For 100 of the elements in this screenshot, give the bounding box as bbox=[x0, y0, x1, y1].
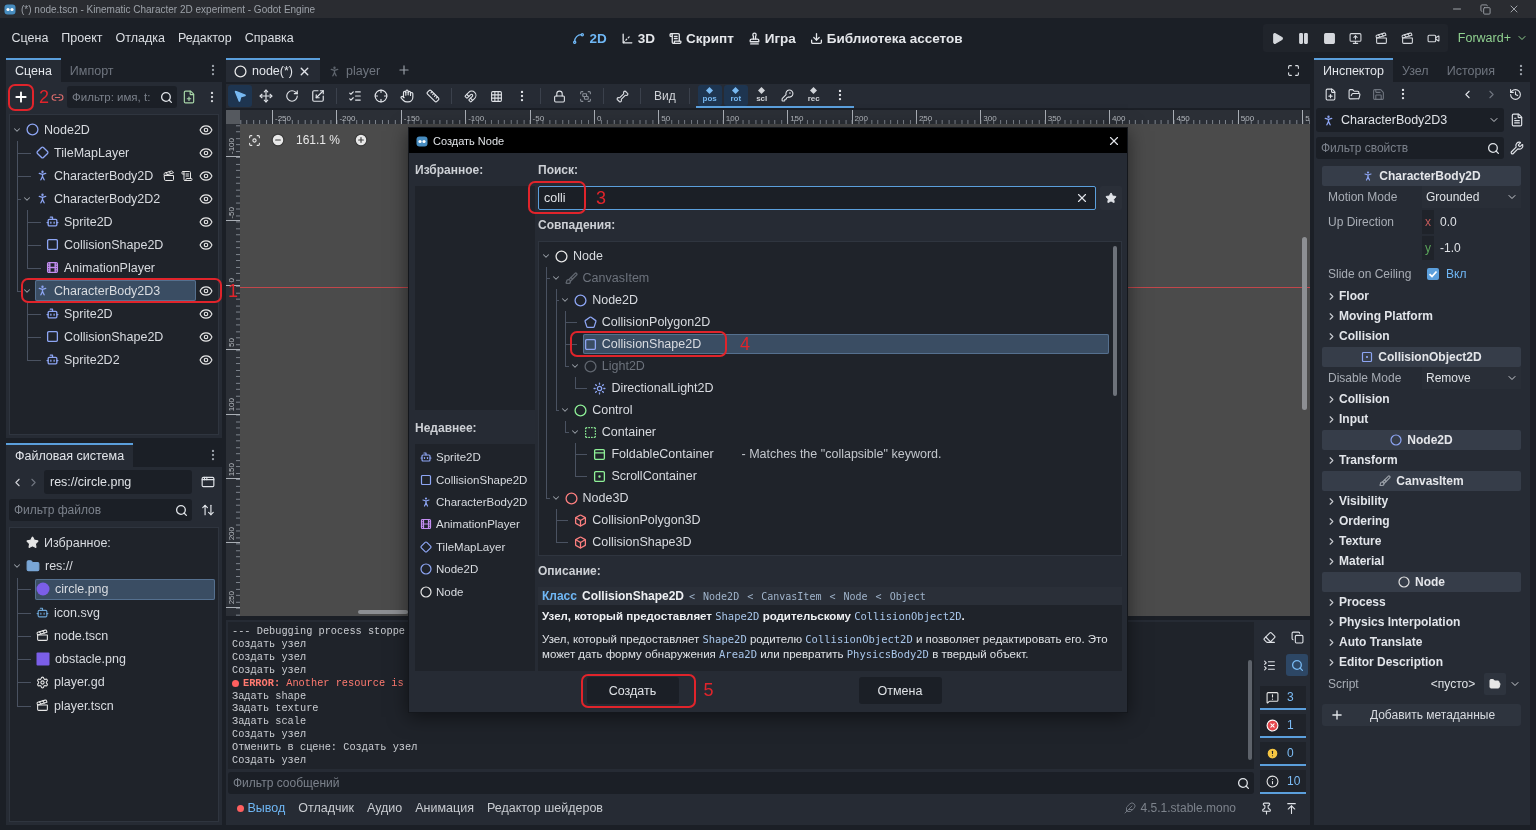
search-toggle[interactable] bbox=[1286, 654, 1308, 676]
script-icon[interactable] bbox=[181, 169, 193, 182]
renderer-dropdown[interactable]: Forward+ bbox=[1455, 29, 1530, 47]
dock-tab[interactable]: Импорт bbox=[60, 58, 123, 82]
scroll-thumb[interactable] bbox=[1302, 237, 1307, 410]
tree-item[interactable]: CharacterBody2D3 bbox=[35, 280, 196, 301]
workspace-tab[interactable]: 3D bbox=[613, 27, 662, 49]
menu-item[interactable]: Отладка bbox=[109, 28, 172, 48]
document-icon[interactable] bbox=[1510, 113, 1524, 127]
path-field[interactable]: res://circle.png bbox=[44, 470, 192, 494]
scroll-thumb[interactable] bbox=[1248, 660, 1252, 760]
create-button[interactable]: Создать bbox=[586, 677, 679, 704]
eye-icon[interactable] bbox=[199, 329, 213, 344]
expand-icon[interactable] bbox=[1285, 801, 1298, 815]
recent-item[interactable]: TileMapLayer bbox=[415, 535, 508, 558]
tree-item[interactable]: CharacterBody2D2 bbox=[35, 188, 164, 209]
favorite-button[interactable] bbox=[1100, 186, 1122, 210]
section-toggle[interactable]: Transform bbox=[1322, 450, 1398, 470]
sort-icon[interactable] bbox=[201, 503, 215, 517]
scroll-thumb[interactable] bbox=[358, 610, 408, 614]
section-toggle[interactable]: Collision bbox=[1322, 326, 1390, 346]
dock-tab[interactable]: Файловая система bbox=[6, 443, 134, 467]
tree-item[interactable]: Sprite2D2 bbox=[45, 349, 123, 370]
file-plus-icon[interactable] bbox=[182, 90, 196, 104]
pin-icon[interactable] bbox=[1260, 801, 1273, 815]
section-toggle[interactable]: Visibility bbox=[1322, 491, 1389, 511]
workspace-tab[interactable]: Игра bbox=[740, 27, 803, 49]
dock-tab[interactable]: Инспектор bbox=[1314, 58, 1393, 82]
folder-icon[interactable] bbox=[1348, 87, 1361, 101]
number-field[interactable]: x 0.0 bbox=[1422, 210, 1521, 234]
section-toggle[interactable]: Moving Platform bbox=[1322, 306, 1433, 326]
section-toggle[interactable]: Collision bbox=[1322, 389, 1390, 409]
file-plus-icon[interactable] bbox=[1324, 87, 1337, 101]
plus-icon[interactable] bbox=[397, 63, 412, 77]
section-toggle[interactable]: Auto Translate bbox=[1322, 632, 1423, 652]
recent-item[interactable]: Node2D bbox=[415, 557, 481, 581]
tree-item[interactable]: CharacterBody2D bbox=[35, 165, 157, 186]
tree-item[interactable]: Node3D bbox=[563, 488, 632, 508]
cancel-button[interactable]: Отмена bbox=[858, 677, 942, 704]
checkbox[interactable]: Вкл bbox=[1422, 267, 1467, 281]
restore-icon[interactable] bbox=[1480, 3, 1491, 15]
zoom-in-icon[interactable] bbox=[354, 133, 369, 147]
clapperboard-icon[interactable] bbox=[163, 169, 175, 182]
file-item[interactable]: player.tscn bbox=[35, 695, 117, 717]
filter-toggle[interactable]: 3 bbox=[1260, 686, 1306, 710]
key-toggle-button[interactable]: rot bbox=[723, 84, 748, 106]
section-toggle[interactable]: Process bbox=[1322, 592, 1386, 612]
tree-item[interactable]: CollisionShape3D bbox=[573, 532, 695, 552]
file-item[interactable]: circle.png bbox=[35, 578, 215, 600]
eye-icon[interactable] bbox=[199, 214, 213, 229]
filter-toggle[interactable]: 10 bbox=[1260, 770, 1306, 794]
clear-icon[interactable] bbox=[1075, 191, 1089, 205]
filter-toggle[interactable]: 0 bbox=[1260, 742, 1306, 766]
panel-tab[interactable]: Отладчик bbox=[291, 797, 361, 819]
view-menu[interactable]: Вид bbox=[647, 85, 683, 107]
recent-item[interactable]: Node bbox=[415, 580, 466, 603]
tree-item[interactable]: Node bbox=[554, 246, 606, 266]
scene-tab[interactable]: node(*) bbox=[226, 58, 320, 82]
scroll-thumb[interactable] bbox=[1113, 246, 1117, 396]
zoom-out-icon[interactable] bbox=[271, 133, 285, 147]
pause-icon[interactable] bbox=[1296, 31, 1310, 45]
eye-icon[interactable] bbox=[199, 352, 213, 367]
history-icon[interactable] bbox=[1509, 87, 1522, 101]
save-icon[interactable] bbox=[1372, 87, 1385, 101]
wrench-icon[interactable] bbox=[1510, 141, 1524, 155]
menu-item[interactable]: Проект bbox=[54, 28, 110, 48]
file-item[interactable]: obstacle.png bbox=[35, 648, 129, 670]
stop-icon[interactable] bbox=[1322, 31, 1336, 45]
file-item[interactable]: icon.svg bbox=[35, 601, 103, 624]
tool-button[interactable] bbox=[228, 85, 252, 107]
section-toggle[interactable]: Ordering bbox=[1322, 511, 1390, 531]
tree-item[interactable]: AnimationPlayer bbox=[45, 257, 158, 278]
caret-icon[interactable] bbox=[541, 251, 551, 261]
clapperboard-icon[interactable] bbox=[1400, 31, 1414, 45]
tree-item[interactable]: Node2D bbox=[25, 119, 93, 140]
tree-item[interactable]: CollisionShape2D bbox=[45, 234, 167, 255]
dock-tab[interactable]: Сцена bbox=[6, 58, 61, 82]
expand-icon[interactable] bbox=[1287, 63, 1300, 77]
workspace-tab[interactable]: Скрипт bbox=[661, 27, 741, 49]
focus-icon[interactable] bbox=[248, 133, 261, 147]
section-toggle[interactable]: Editor Description bbox=[1322, 652, 1443, 672]
key-toggle-button[interactable]: scl bbox=[749, 84, 774, 106]
workspace-tab[interactable]: Библиотека ассетов bbox=[802, 27, 970, 49]
recent-item[interactable]: CharacterBody2D bbox=[415, 490, 530, 514]
keyframe-button[interactable]: rec bbox=[801, 84, 826, 106]
monitor-icon[interactable] bbox=[1348, 31, 1362, 45]
load-button[interactable] bbox=[1484, 673, 1506, 695]
eye-icon[interactable] bbox=[199, 122, 213, 137]
section-toggle[interactable]: Input bbox=[1322, 409, 1369, 429]
section-toggle[interactable]: Floor bbox=[1322, 286, 1369, 306]
section-toggle[interactable]: Material bbox=[1322, 551, 1385, 571]
play-icon[interactable] bbox=[1270, 31, 1284, 45]
panel-tab[interactable]: Редактор шейдеров bbox=[480, 797, 610, 819]
resource-picker[interactable]: <пусто> bbox=[1422, 673, 1484, 695]
eye-icon[interactable] bbox=[199, 168, 213, 183]
section-toggle[interactable]: Physics Interpolation bbox=[1322, 612, 1461, 632]
recent-item[interactable]: CollisionShape2D bbox=[415, 468, 530, 491]
object-selector[interactable]: CharacterBody2D3 bbox=[1316, 108, 1504, 132]
tree-item[interactable]: Sprite2D bbox=[45, 303, 116, 324]
file-item[interactable]: Избранное: bbox=[25, 532, 114, 554]
